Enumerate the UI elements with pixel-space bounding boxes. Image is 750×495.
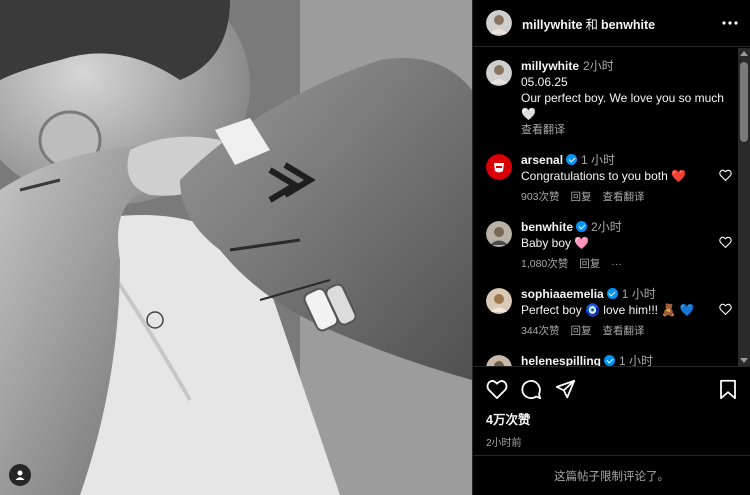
comment-text: Baby boy 🩷 (521, 236, 590, 250)
comment-reply-button[interactable]: 回复 (571, 323, 592, 339)
author-avatar[interactable] (486, 10, 512, 36)
likes-count[interactable]: 4万次赞 (486, 409, 737, 428)
comments-scrollbar[interactable] (738, 48, 750, 366)
comments-restricted-notice: 这篇帖子限制评论了。 (473, 455, 750, 495)
verified-badge-icon (604, 355, 616, 366)
comment-like-heart-icon[interactable] (719, 168, 732, 186)
comment-time[interactable]: 1 小时 (619, 354, 653, 366)
comments-list[interactable]: millywhite 2小时 05.06.25 Our perfect boy. … (473, 48, 738, 366)
post-header: millywhite 和 benwhite (473, 0, 750, 47)
comment-item: sophiaaemelia 1 小时 Perfect boy 🧿 love him… (473, 286, 738, 339)
comment-more-button[interactable]: ··· (611, 256, 622, 272)
heart-icon (486, 380, 508, 399)
comment-avatar-helenespilling[interactable] (486, 355, 512, 366)
comment-reply-button[interactable]: 回复 (571, 189, 592, 205)
comment-button[interactable] (521, 379, 542, 400)
comment-avatar-sophiaaemelia[interactable] (486, 288, 512, 314)
post-authors: millywhite 和 benwhite (522, 14, 720, 33)
comment-avatar-arsenal[interactable] (486, 154, 512, 180)
comment-time[interactable]: 2小时 (591, 220, 622, 234)
paper-plane-icon (555, 379, 576, 398)
caption: millywhite 2小时 05.06.25 Our perfect boy. … (473, 58, 738, 138)
caption-translate-link[interactable]: 查看翻译 (521, 122, 738, 138)
caption-avatar[interactable] (486, 60, 512, 86)
comment-text: Perfect boy 🧿 love him!!! 🧸 💙 (521, 303, 695, 317)
verified-badge-icon (566, 154, 578, 165)
comment-likes[interactable]: 1,080次赞 (521, 256, 568, 272)
author-username-1[interactable]: millywhite (522, 18, 582, 32)
comment-item: helenespilling 1 小时 (473, 353, 738, 366)
scrollbar-thumb[interactable] (740, 62, 748, 142)
more-options-button[interactable] (720, 13, 740, 33)
authors-conjunction: 和 (585, 17, 598, 32)
post-timestamp[interactable]: 2小时前 (486, 434, 737, 449)
more-dots-icon (722, 21, 738, 25)
comment-bubble-icon (521, 379, 542, 399)
bookmark-icon (720, 379, 736, 399)
share-button[interactable] (555, 379, 576, 400)
post-actions: 4万次赞 2小时前 (473, 366, 750, 454)
comment-like-heart-icon[interactable] (719, 302, 732, 320)
comment-translate-link[interactable]: 查看翻译 (603, 323, 645, 339)
comment-username[interactable]: sophiaaemelia (521, 287, 604, 301)
comment-like-heart-icon[interactable] (719, 235, 732, 253)
author-username-2[interactable]: benwhite (601, 18, 655, 32)
comment-likes[interactable]: 903次赞 (521, 189, 560, 205)
comment-username[interactable]: arsenal (521, 153, 563, 167)
verified-badge-icon (606, 288, 618, 299)
comment-time[interactable]: 1 小时 (581, 153, 615, 167)
verified-badge-icon (576, 221, 588, 232)
comment-likes[interactable]: 344次赞 (521, 323, 560, 339)
caption-time[interactable]: 2小时 (583, 59, 614, 73)
scroll-down-arrow-icon[interactable] (740, 358, 748, 363)
caption-username[interactable]: millywhite (521, 59, 579, 73)
comment-username[interactable]: benwhite (521, 220, 573, 234)
comment-time[interactable]: 1 小时 (622, 287, 656, 301)
comment-translate-link[interactable]: 查看翻译 (603, 189, 645, 205)
post-side-panel: millywhite 和 benwhite millywhite 2小时 05.06.… (472, 0, 750, 495)
comment-username[interactable]: helenespilling (521, 354, 601, 366)
comment-item: arsenal 1 小时 Congratulations to you both … (473, 152, 738, 205)
comment-text: Congratulations to you both ❤️ (521, 169, 687, 183)
comment-reply-button[interactable]: 回复 (579, 256, 600, 272)
save-button[interactable] (719, 379, 737, 400)
comment-item: benwhite 2小时 Baby boy 🩷 1,080次赞 回复 ··· (473, 219, 738, 272)
scroll-up-arrow-icon[interactable] (740, 51, 748, 56)
photo-image (0, 0, 472, 495)
post-photo[interactable] (0, 0, 472, 495)
tagged-users-icon[interactable] (9, 464, 31, 486)
like-button[interactable] (486, 379, 508, 399)
caption-text: Our perfect boy. We love you so much 🤍 (521, 91, 724, 121)
comment-avatar-benwhite[interactable] (486, 221, 512, 247)
caption-date: 05.06.25 (521, 75, 568, 89)
